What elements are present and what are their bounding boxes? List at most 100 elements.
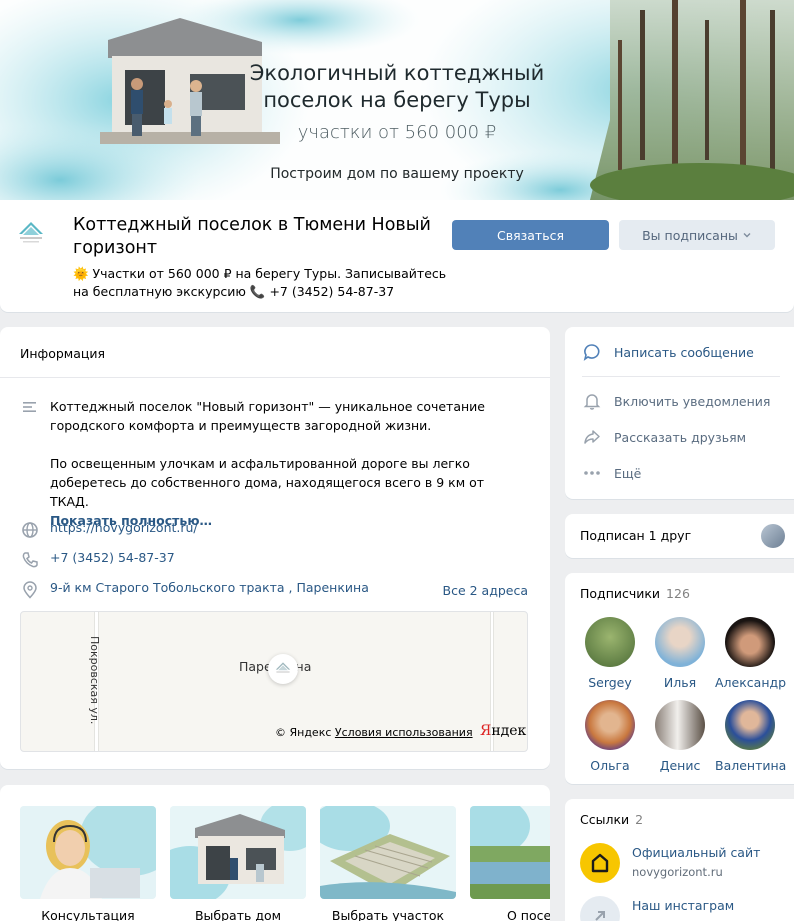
subscriber-name: Sergey: [588, 675, 632, 690]
contact-button-label: Связаться: [497, 227, 564, 243]
yandex-logo[interactable]: Яндекс: [480, 723, 527, 739]
link-item[interactable]: Наш инстаграм: [580, 896, 734, 921]
links-card: Ссылки 2 Официальный сайт novygorizont.ru…: [565, 799, 794, 921]
website-row: https://novygorizont.ru/: [20, 520, 198, 540]
subscriber-item[interactable]: Илья: [645, 617, 715, 690]
chevron-down-icon: [743, 233, 751, 238]
river-image: [470, 806, 550, 899]
product-label: Выбрать участок: [331, 908, 445, 921]
bell-icon: [583, 394, 601, 410]
notifications-button[interactable]: Включить уведомления: [582, 391, 770, 411]
cover-title-line1: Экологичный коттеджный: [249, 61, 545, 85]
friend-avatar[interactable]: [761, 524, 785, 548]
subscribers-count: 126: [666, 586, 690, 601]
share-button[interactable]: Рассказать друзьям: [582, 427, 746, 447]
avatar: [655, 700, 705, 750]
product-item[interactable]: Выбрать участок: [320, 806, 456, 921]
cover-image: Экологичный коттеджный поселок на берегу…: [0, 0, 794, 200]
group-header: Экологичный коттеджный поселок на берегу…: [0, 0, 794, 312]
info-title: Информация: [20, 346, 106, 361]
message-bubble-icon: [583, 344, 600, 361]
all-addresses-link[interactable]: Все 2 адреса: [443, 583, 529, 598]
group-name: Коттеджный поселок в Тюмени Новый горизо…: [73, 215, 431, 258]
friends-subscribed-card[interactable]: Подписан 1 друг: [565, 514, 794, 558]
house-logo-icon: [19, 222, 43, 243]
map-terms-link[interactable]: Условия использования: [335, 726, 473, 739]
subscribers-title-label: Подписчики: [580, 586, 661, 601]
product-item[interactable]: Консультация: [20, 806, 156, 921]
subscriber-item[interactable]: Денис: [645, 700, 715, 773]
address-link[interactable]: 9-й км Старого Тобольского тракта , Паре…: [50, 580, 369, 595]
write-message-label: Написать сообщение: [614, 344, 754, 360]
product-image: [170, 806, 306, 899]
group-logo[interactable]: [16, 218, 46, 248]
subscriber-item[interactable]: Александр: [715, 617, 787, 690]
products-card: Консультация Выбрать дом Выбрать участок…: [0, 785, 550, 921]
location-pin-icon: [23, 581, 37, 599]
contact-button[interactable]: Связаться: [452, 220, 609, 250]
subscriber-item[interactable]: Ольга: [575, 700, 645, 773]
subscriber-item[interactable]: Sergey: [575, 617, 645, 690]
subscriber-item[interactable]: Валентина: [715, 700, 786, 773]
subscriber-name: Александр: [715, 675, 787, 690]
description-paragraph-1: Коттеджный поселок "Новый горизонт" — ун…: [50, 399, 485, 433]
product-item[interactable]: О посел: [470, 806, 550, 921]
product-image: [20, 806, 156, 899]
map-copyright-text: © Яндекс: [275, 726, 332, 739]
divider: [582, 376, 780, 377]
more-dots-icon: [584, 471, 600, 475]
house-photo-image: [170, 806, 306, 899]
subscribers-title[interactable]: Подписчики 126: [580, 586, 690, 601]
map[interactable]: Покровская ул. Паренкина © Яндекс Услови…: [20, 611, 528, 752]
avatar: [585, 700, 635, 750]
map-marker[interactable]: [268, 654, 298, 684]
plot-aerial-image: [320, 806, 456, 899]
product-image: [320, 806, 456, 899]
divider: [0, 377, 550, 378]
cover-subtitle: участки от 560 000 ₽: [297, 122, 497, 143]
share-arrow-icon: [584, 430, 600, 444]
link-icon: [580, 896, 620, 921]
subscribed-button-label: Вы подписаны: [642, 227, 738, 243]
avatar: [585, 617, 635, 667]
text-lines-icon: [23, 402, 36, 412]
subscriber-name: Денис: [659, 758, 701, 773]
write-message-button[interactable]: Написать сообщение: [582, 342, 754, 362]
links-title[interactable]: Ссылки 2: [580, 812, 643, 827]
map-copyright: © Яндекс Условия использования: [275, 726, 473, 739]
phone-icon: [22, 552, 38, 568]
subscribed-button[interactable]: Вы подписаны: [619, 220, 775, 250]
globe-icon: [22, 522, 38, 538]
cover-tagline: Построим дом по вашему проекту: [270, 166, 524, 182]
product-label: Консультация: [41, 908, 135, 921]
link-name: Официальный сайт: [632, 845, 761, 860]
link-text: Официальный сайт novygorizont.ru: [632, 843, 760, 879]
subscriber-name: Илья: [663, 675, 697, 690]
house-icon: [591, 853, 609, 873]
phone-link[interactable]: +7 (3452) 54-87-37: [50, 550, 175, 565]
consultant-image: [20, 806, 156, 899]
description-text: Коттеджный поселок "Новый горизонт" — ун…: [50, 397, 520, 530]
description-row: Коттеджный поселок "Новый горизонт" — ун…: [20, 397, 520, 530]
website-link-icon: [580, 843, 620, 883]
avatar: [655, 617, 705, 667]
subscriber-name: Ольга: [590, 758, 630, 773]
cover-title: Экологичный коттеджный поселок на берегу…: [0, 60, 794, 114]
product-image: [470, 806, 550, 899]
more-label: Ещё: [614, 465, 642, 481]
yandex-logo-rest: ндекс: [491, 723, 527, 739]
product-item[interactable]: Выбрать дом: [170, 806, 306, 921]
description-paragraph-2: По освещенным улочкам и асфальтированной…: [50, 456, 485, 509]
group-status: 🌞 Участки от 560 000 ₽ на берегу Туры. З…: [73, 266, 447, 299]
website-link[interactable]: https://novygorizont.ru/: [50, 520, 198, 535]
links-count: 2: [635, 812, 644, 827]
link-url: novygorizont.ru: [632, 865, 723, 879]
links-title-label: Ссылки: [580, 812, 630, 827]
product-label: О посел: [507, 908, 550, 921]
subscribers-card: Подписчики 126 Sergey Илья Александр Ольг…: [565, 573, 794, 784]
friends-subscribed-text: Подписан 1 друг: [580, 528, 692, 543]
link-item[interactable]: Официальный сайт novygorizont.ru: [580, 843, 760, 883]
more-button[interactable]: Ещё: [582, 463, 641, 483]
avatar: [725, 700, 775, 750]
link-text: Наш инстаграм: [632, 896, 734, 913]
